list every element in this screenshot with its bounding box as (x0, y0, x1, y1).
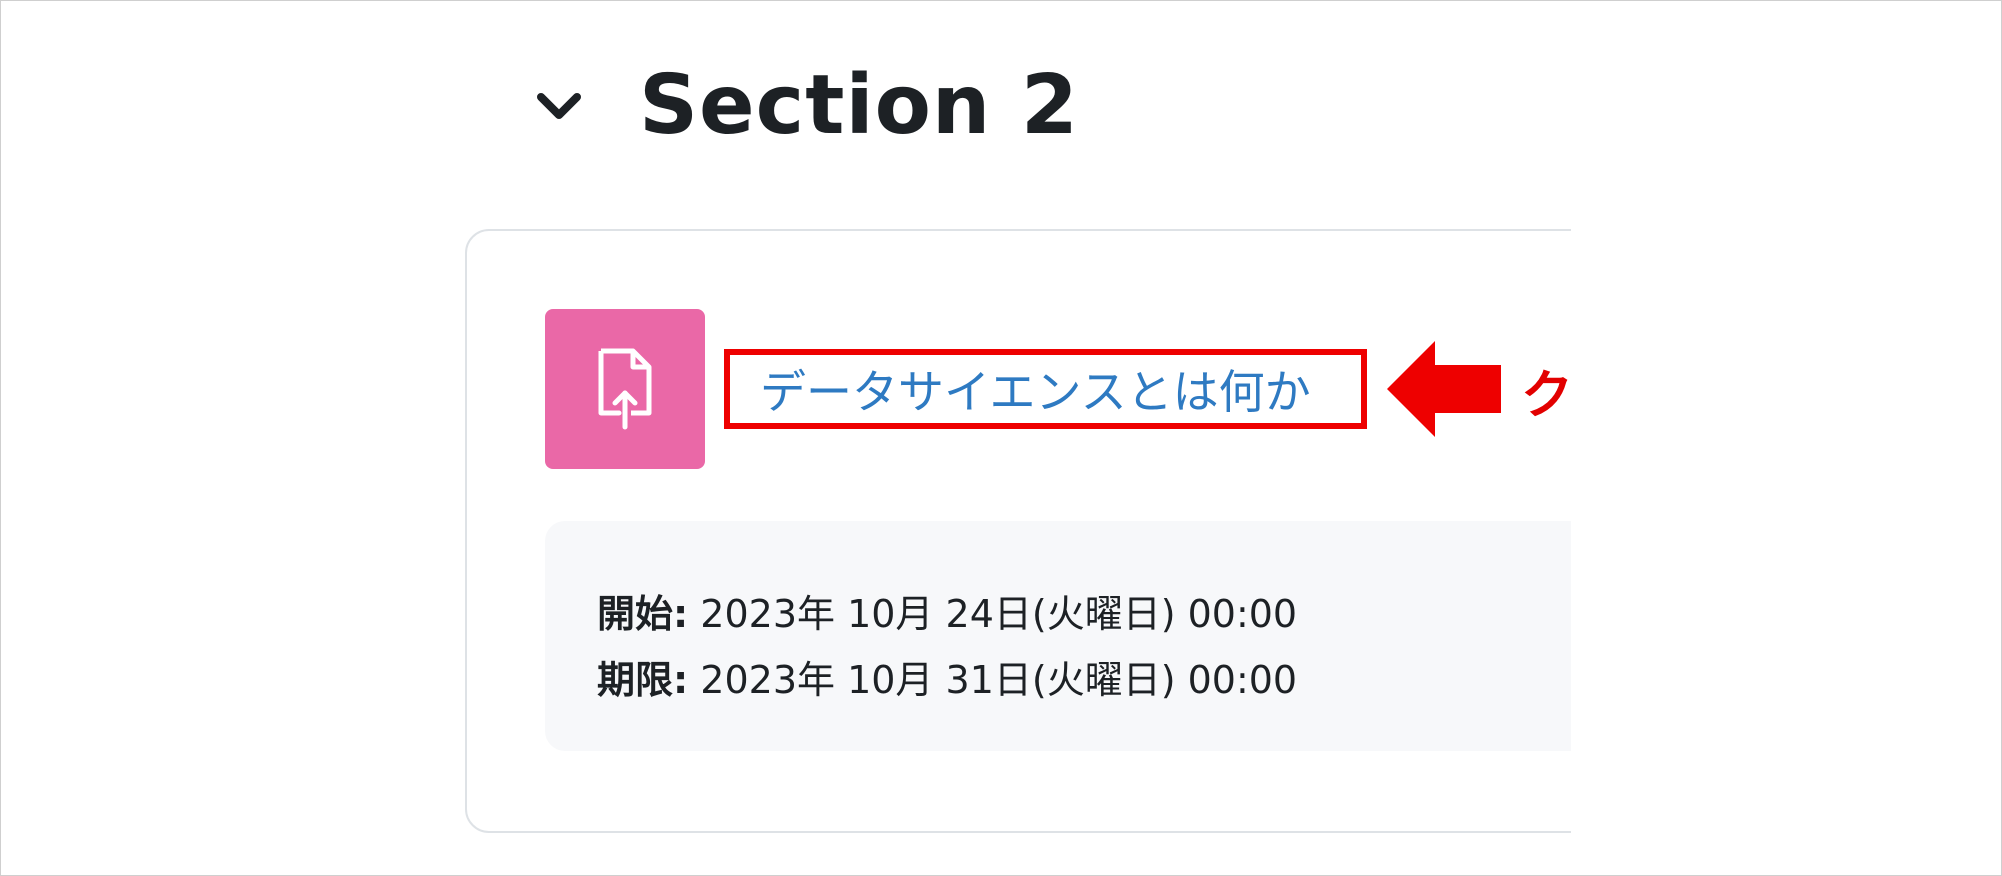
start-date-value: 2023年 10月 24日(火曜日) 00:00 (700, 592, 1298, 636)
screenshot-frame: Section 2 データサイエンスとは何か クリック 開始: 2023年 10… (0, 0, 2002, 876)
due-date-row: 期限: 2023年 10月 31日(火曜日) 00:00 (597, 649, 1297, 704)
highlight-box: データサイエンスとは何か (724, 349, 1367, 429)
activity-link[interactable]: データサイエンスとは何か (760, 356, 1311, 422)
due-date-label: 期限: (597, 658, 689, 702)
section-header: Section 2 (533, 51, 1079, 161)
start-date-row: 開始: 2023年 10月 24日(火曜日) 00:00 (597, 583, 1297, 638)
file-upload-icon[interactable] (545, 309, 705, 469)
due-date-value: 2023年 10月 31日(火曜日) 00:00 (700, 658, 1298, 702)
chevron-down-icon[interactable] (533, 80, 585, 132)
section-title: Section 2 (639, 58, 1079, 153)
arrow-left-icon (1387, 341, 1501, 437)
crop-mask (1571, 201, 2001, 875)
start-date-label: 開始: (597, 592, 689, 636)
